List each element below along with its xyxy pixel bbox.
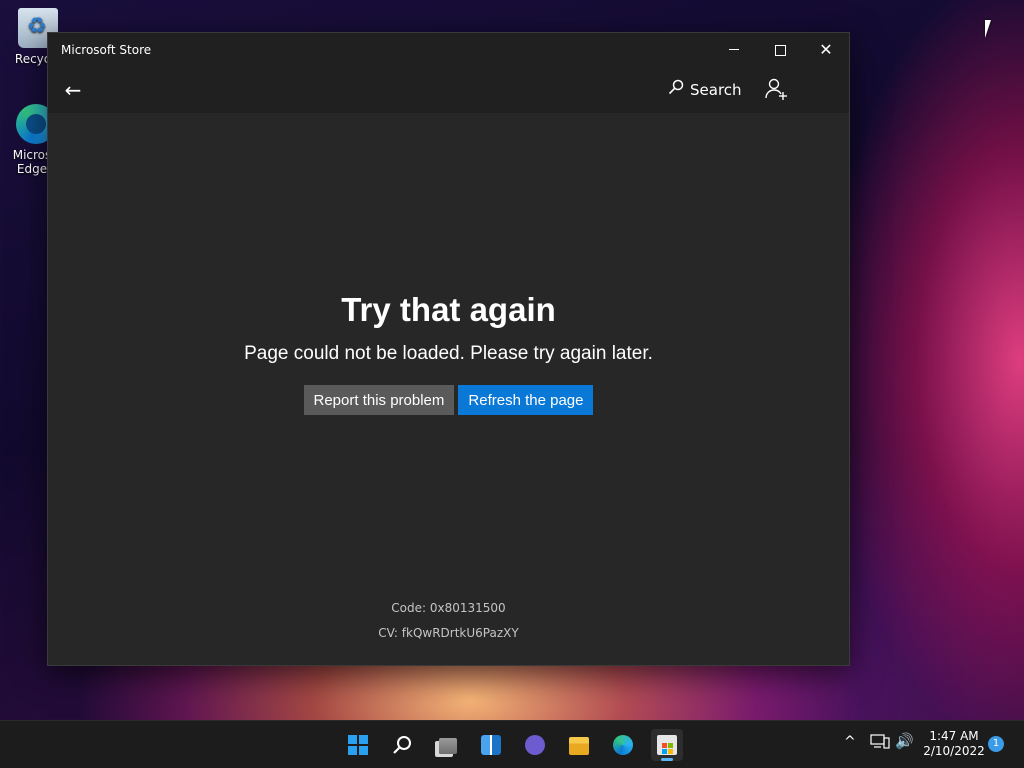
refresh-page-button[interactable]: Refresh the page	[458, 385, 594, 415]
task-view-icon	[439, 738, 457, 754]
close-icon: ✕	[819, 40, 833, 59]
error-title: Try that again	[341, 291, 556, 328]
add-account-icon	[765, 78, 787, 100]
volume-icon: 🔊	[895, 732, 914, 750]
volume-button[interactable]: 🔊	[895, 732, 914, 750]
close-button[interactable]: ✕	[803, 33, 849, 67]
error-message: Page could not be loaded. Please try aga…	[244, 343, 653, 364]
chevron-up-icon: ^	[844, 734, 856, 750]
edge-icon	[613, 735, 633, 755]
chat-button[interactable]	[519, 729, 551, 761]
back-arrow-icon: ←	[64, 78, 82, 102]
widgets-icon	[481, 735, 501, 755]
maximize-button[interactable]	[757, 33, 803, 67]
mouse-cursor	[985, 20, 997, 38]
clock[interactable]: 1:47 AM 2/10/2022	[920, 729, 988, 759]
account-button[interactable]	[764, 77, 788, 101]
error-code: Code: 0x80131500	[391, 601, 506, 615]
search-label: Search	[690, 81, 742, 99]
report-problem-button[interactable]: Report this problem	[303, 385, 455, 415]
notification-badge[interactable]: 1	[988, 736, 1004, 752]
minimize-button[interactable]	[711, 33, 757, 67]
error-actions: Report this problem Refresh the page	[48, 385, 849, 415]
start-button[interactable]	[342, 729, 374, 761]
show-hidden-icons-button[interactable]: ^	[844, 734, 856, 750]
network-icon	[870, 734, 890, 749]
store-window: Microsoft Store ✕ ← Search Try that agai…	[47, 32, 850, 666]
window-title: Microsoft Store	[61, 43, 152, 57]
active-app-indicator	[661, 758, 673, 761]
chat-icon	[525, 735, 545, 755]
network-button[interactable]	[870, 733, 890, 749]
search-icon	[668, 79, 684, 101]
file-explorer-icon	[569, 737, 589, 755]
error-content: Try that again Page could not be loaded.…	[48, 113, 849, 665]
edge-taskbar-button[interactable]	[607, 729, 639, 761]
title-bar[interactable]: Microsoft Store ✕	[48, 33, 849, 67]
task-view-button[interactable]	[431, 729, 463, 761]
store-icon	[657, 735, 677, 755]
clock-time: 1:47 AM	[929, 729, 979, 743]
correlation-vector: CV: fkQwRDrtkU6PazXY	[378, 626, 519, 640]
taskbar-search-button[interactable]	[387, 729, 419, 761]
store-taskbar-button[interactable]	[651, 729, 683, 761]
clock-date: 2/10/2022	[923, 744, 985, 758]
start-icon	[348, 735, 368, 755]
back-button[interactable]: ←	[58, 75, 88, 105]
file-explorer-button[interactable]	[563, 729, 595, 761]
nav-bar: ← Search	[48, 67, 849, 113]
search-icon	[393, 736, 411, 754]
widgets-button[interactable]	[475, 729, 507, 761]
search-button[interactable]: Search	[668, 79, 742, 101]
